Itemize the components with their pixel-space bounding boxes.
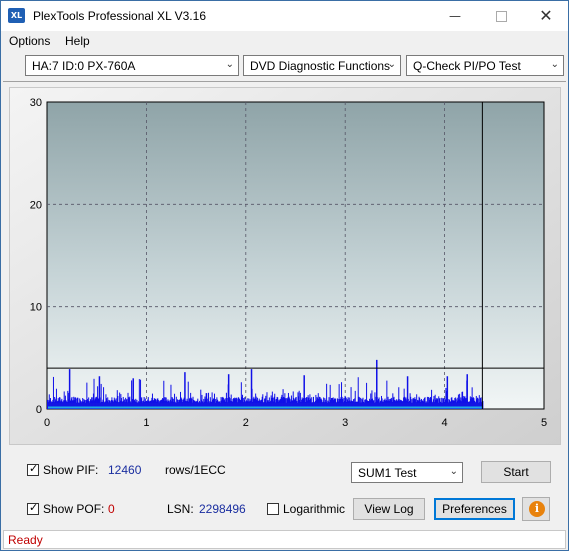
y-tick-label: 0 [36, 404, 42, 416]
pif-unit: rows/1ECC [165, 463, 226, 477]
y-tick-label: 10 [30, 302, 42, 314]
show-pof-label: Show POF: [43, 502, 105, 516]
lsn-value: 2298496 [199, 502, 246, 516]
minimize-button[interactable]: — [432, 1, 478, 31]
logarithmic-checkbox[interactable] [267, 503, 279, 515]
function-select[interactable]: DVD Diagnostic Functions ⌄ [243, 55, 401, 76]
plot-area [46, 101, 545, 410]
info-icon: i [529, 501, 545, 517]
drive-select[interactable]: HA:7 ID:0 PX-760A ⌄ [25, 55, 239, 76]
toolbar-divider [3, 81, 566, 82]
status-text: Ready [8, 533, 43, 547]
menu-bar: Options Help [1, 31, 568, 51]
preferences-button[interactable]: Preferences [434, 498, 515, 520]
x-tick-label: 0 [44, 417, 50, 429]
show-pif-checkbox[interactable]: ✓ [27, 463, 39, 476]
chevron-down-icon: ⌄ [449, 466, 458, 477]
info-button[interactable]: i [522, 497, 550, 521]
po-baseline-line [48, 406, 483, 409]
y-tick-label: 30 [30, 97, 42, 109]
status-bar: Ready [3, 530, 566, 549]
pi-po-chart: 0 10 20 30 0 1 2 3 4 5 [10, 88, 560, 444]
x-tick-label: 4 [442, 417, 448, 429]
title-bar: XL PlexTools Professional XL V3.16 — ✕ [1, 1, 568, 31]
show-pif-label: Show PIF: [43, 463, 99, 477]
view-log-button[interactable]: View Log [353, 498, 425, 520]
show-pof-checkbox[interactable]: ✓ [27, 502, 39, 515]
x-tick-label: 1 [143, 417, 149, 429]
lsn-label: LSN: [167, 502, 194, 516]
x-tick-label: 2 [243, 417, 249, 429]
x-tick-label: 3 [342, 417, 348, 429]
chart-panel: 0 10 20 30 0 1 2 3 4 5 [9, 87, 561, 445]
test-select[interactable]: Q-Check PI/PO Test ⌄ [406, 55, 564, 76]
test-select-value: Q-Check PI/PO Test [413, 59, 521, 73]
window-title: PlexTools Professional XL V3.16 [33, 9, 206, 23]
start-button[interactable]: Start [481, 461, 551, 483]
app-logo-icon: XL [8, 8, 25, 23]
pof-value: 0 [108, 502, 115, 516]
y-tick-label: 20 [30, 199, 42, 211]
logarithmic-label: Logarithmic [283, 502, 346, 516]
chevron-down-icon: ⌄ [550, 59, 559, 70]
menu-help[interactable]: Help [65, 34, 90, 48]
sum-test-value: SUM1 Test [358, 466, 417, 480]
x-tick-label: 5 [541, 417, 547, 429]
sum-test-select[interactable]: SUM1 Test ⌄ [351, 462, 463, 483]
function-select-value: DVD Diagnostic Functions [250, 59, 391, 73]
pif-value: 12460 [108, 463, 142, 477]
chevron-down-icon: ⌄ [387, 59, 396, 70]
maximize-button[interactable] [478, 1, 524, 31]
app-window: XL PlexTools Professional XL V3.16 — ✕ O… [0, 0, 569, 551]
menu-options[interactable]: Options [9, 34, 50, 48]
checkmark-icon: ✓ [29, 502, 39, 514]
drive-select-value: HA:7 ID:0 PX-760A [32, 59, 136, 73]
checkmark-icon: ✓ [29, 463, 39, 475]
close-button[interactable]: ✕ [523, 1, 569, 31]
pif-spike [376, 359, 378, 409]
chevron-down-icon: ⌄ [225, 59, 234, 70]
